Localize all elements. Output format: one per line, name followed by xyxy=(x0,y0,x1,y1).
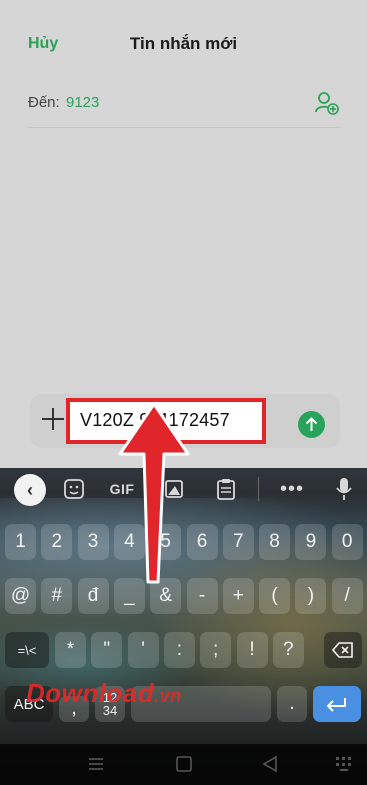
toolbar-divider xyxy=(258,477,259,501)
key-numbers-8[interactable]: 9 xyxy=(295,524,327,560)
red-arrow-annotation xyxy=(118,402,190,584)
watermark-main: Download xyxy=(26,678,155,708)
key-numbers-7[interactable]: 8 xyxy=(259,524,291,560)
watermark-suffix: .vn xyxy=(154,686,182,706)
key-sym1-0[interactable]: @ xyxy=(5,578,36,614)
watermark: Download.vn xyxy=(26,678,182,709)
recipient-value[interactable]: 9123 xyxy=(66,94,99,111)
app-header: Hủy Tin nhắn mới xyxy=(0,0,367,80)
add-contact-icon[interactable] xyxy=(314,90,340,116)
key-numbers-2[interactable]: 3 xyxy=(77,524,109,560)
system-nav-bar xyxy=(0,744,367,785)
menu-icon[interactable] xyxy=(86,754,106,774)
clipboard-icon[interactable] xyxy=(212,476,240,502)
key-sym1-7[interactable]: ( xyxy=(259,578,291,614)
send-arrow-icon xyxy=(305,417,318,431)
key-sym1-8[interactable]: ) xyxy=(295,578,327,614)
key-sym2-5[interactable]: ; xyxy=(200,632,232,668)
enter-icon xyxy=(326,698,346,712)
period-key[interactable]: . xyxy=(277,686,307,722)
recipient-label: Đến: xyxy=(28,94,60,111)
chevron-left-icon[interactable]: ‹ xyxy=(14,474,46,506)
page-title: Tin nhắn mới xyxy=(129,34,238,53)
key-sym2-4[interactable]: : xyxy=(163,632,195,668)
key-sym1-1[interactable]: # xyxy=(41,578,73,614)
key-sym2-0[interactable]: =\< xyxy=(5,632,49,668)
key-numbers-1[interactable]: 2 xyxy=(41,524,73,560)
key-sym2-7[interactable]: ? xyxy=(272,632,304,668)
microphone-icon[interactable] xyxy=(330,476,358,502)
home-icon[interactable] xyxy=(174,754,194,774)
key-numbers-6[interactable]: 7 xyxy=(222,524,254,560)
key-sym2-2[interactable]: " xyxy=(91,632,123,668)
recipient-row[interactable]: Đến: 9123 xyxy=(28,90,340,128)
more-icon[interactable]: ••• xyxy=(278,476,306,502)
enter-key[interactable] xyxy=(313,686,361,722)
key-sym2-1[interactable]: * xyxy=(55,632,86,668)
key-numbers-5[interactable]: 6 xyxy=(186,524,218,560)
backspace-icon xyxy=(332,642,353,658)
key-sym1-2[interactable]: đ xyxy=(77,578,109,614)
send-button[interactable] xyxy=(298,411,325,438)
sticker-icon[interactable] xyxy=(60,476,88,502)
backspace-key[interactable] xyxy=(324,632,362,668)
key-sym1-9[interactable]: / xyxy=(331,578,363,614)
back-icon[interactable] xyxy=(260,754,280,774)
key-sym1-5[interactable]: - xyxy=(186,578,218,614)
plus-icon[interactable] xyxy=(42,408,64,430)
key-numbers-0[interactable]: 1 xyxy=(5,524,36,560)
key-sym2-3[interactable]: ' xyxy=(127,632,159,668)
key-numbers-9[interactable]: 0 xyxy=(331,524,363,560)
key-sym1-6[interactable]: + xyxy=(222,578,254,614)
keyboard-icon[interactable] xyxy=(334,754,354,774)
key-sym2-6[interactable]: ! xyxy=(236,632,268,668)
